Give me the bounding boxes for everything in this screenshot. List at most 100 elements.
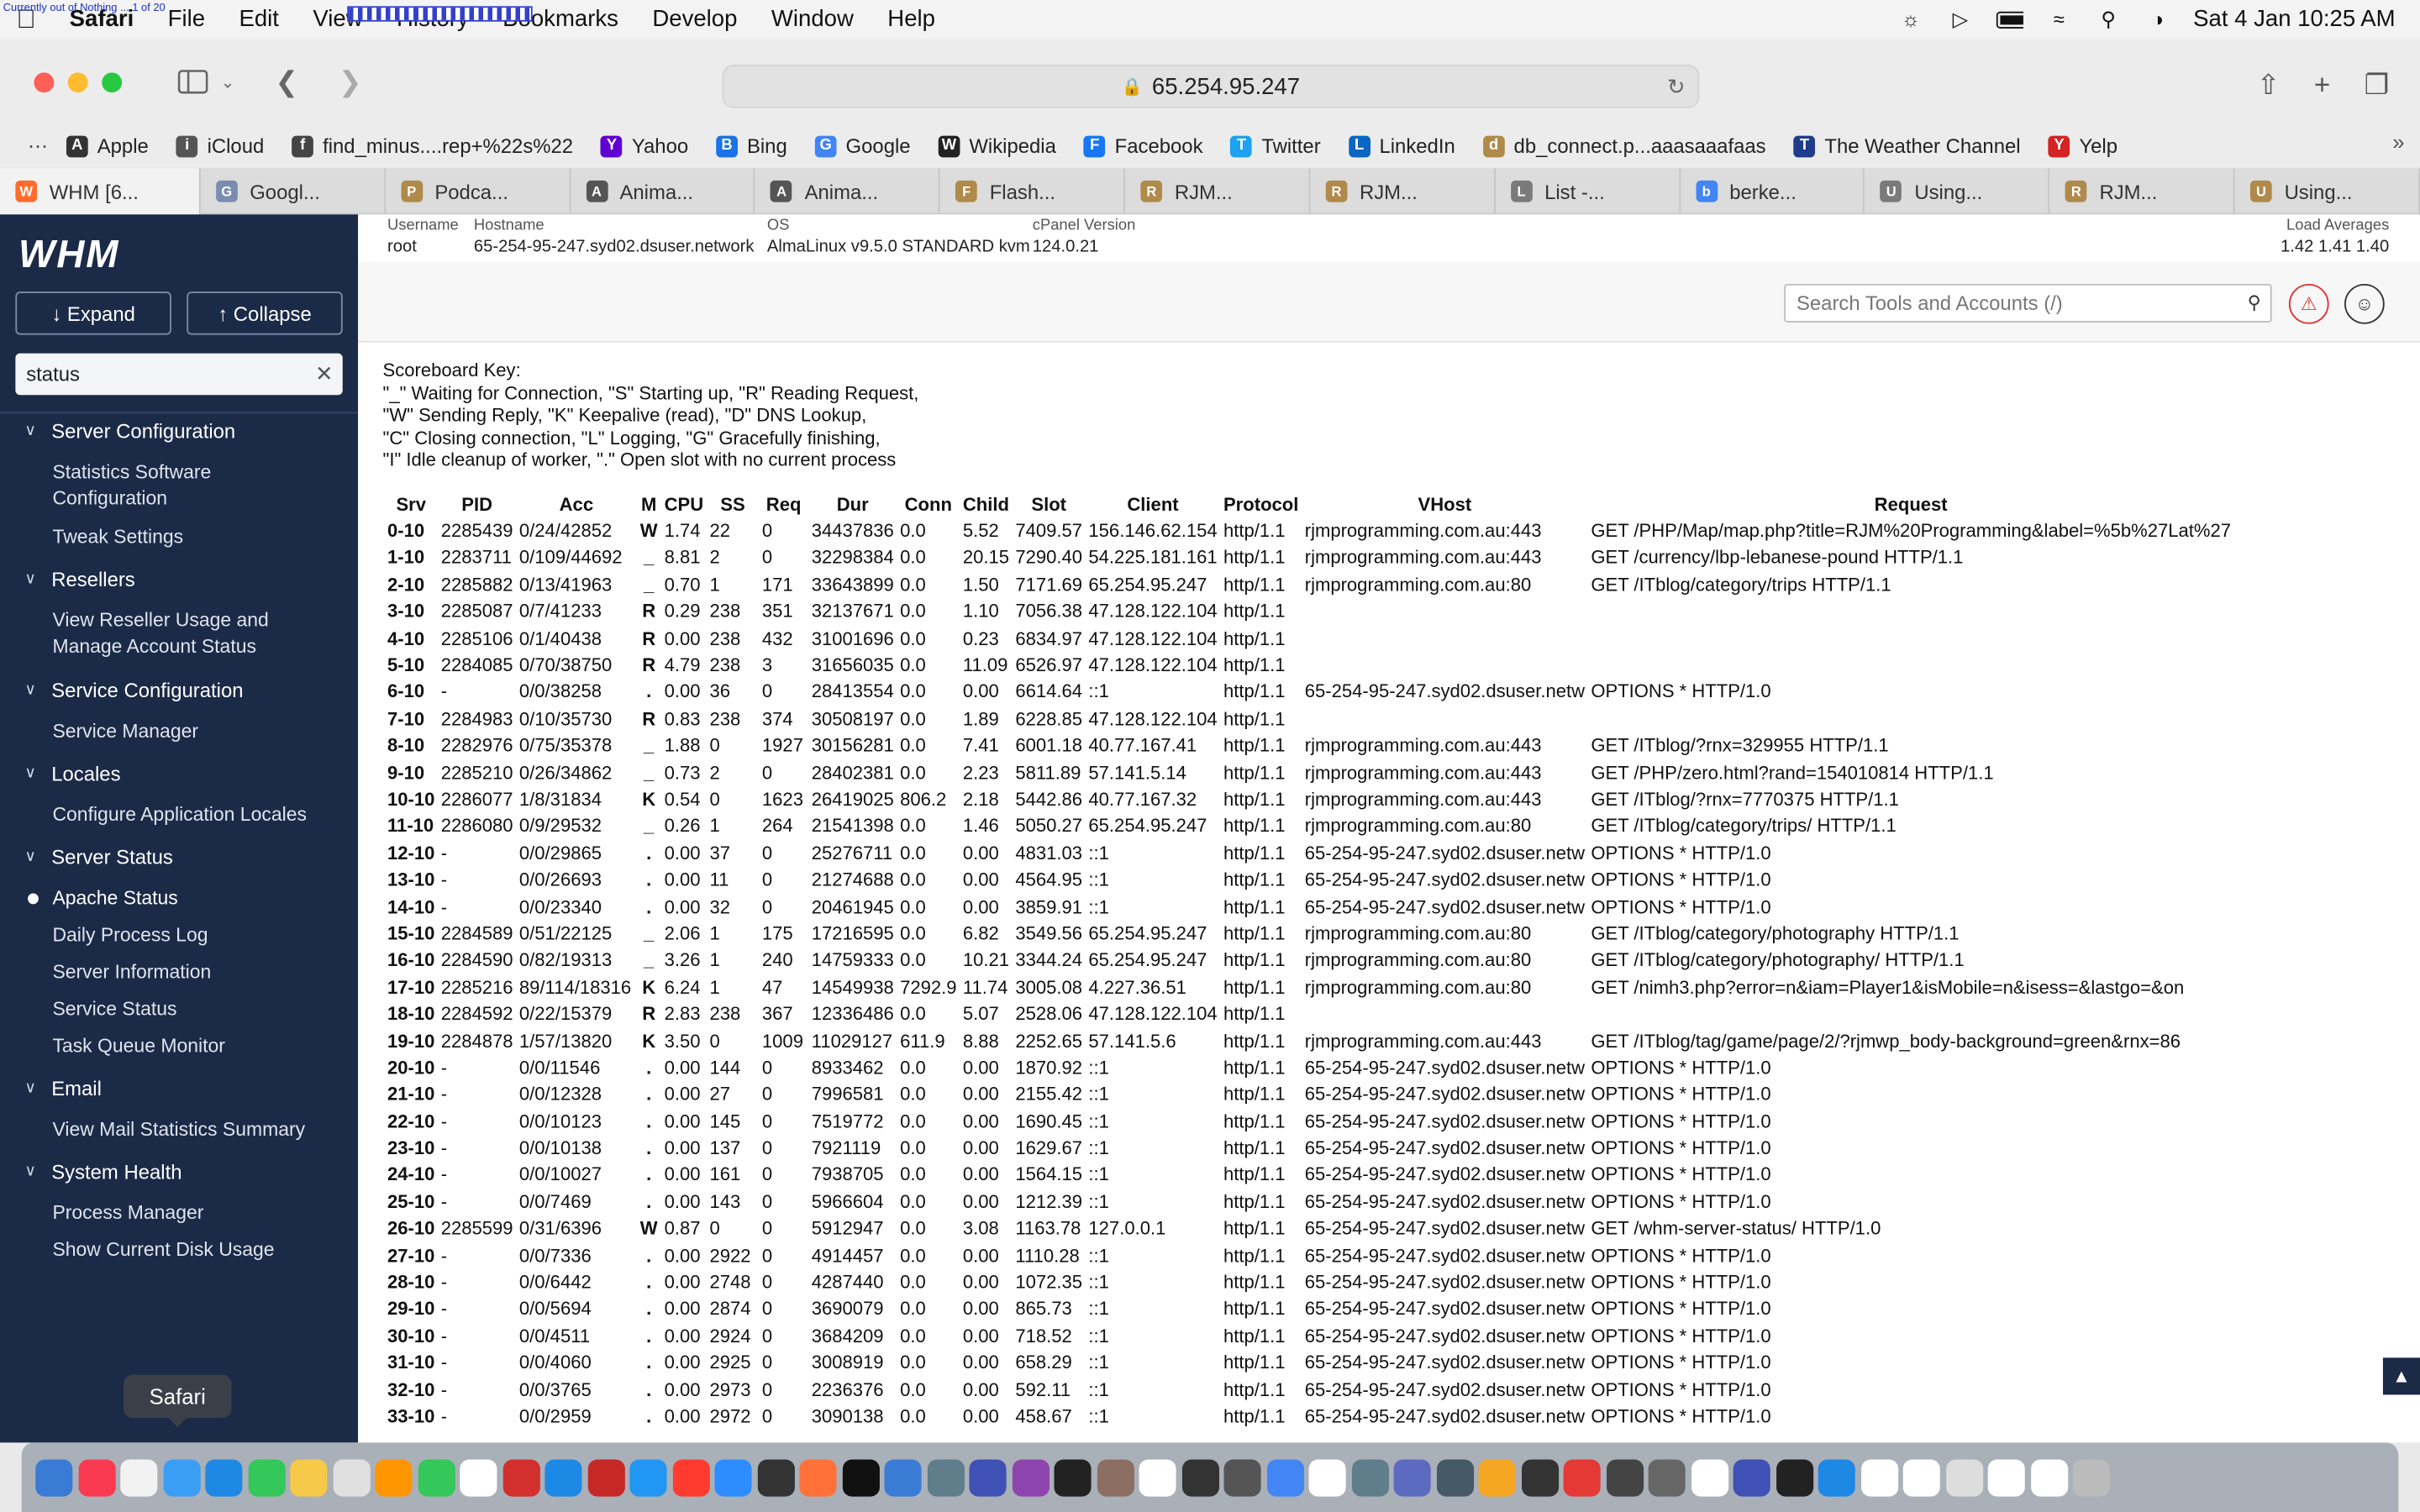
dock-app-16-icon[interactable]: [714, 1458, 752, 1496]
wifi-icon[interactable]: ≈: [2045, 7, 2073, 31]
sidebar-group-resellers[interactable]: ∨ Resellers: [24, 568, 134, 591]
sidebar-item-statistics-software-configuration[interactable]: Statistics Software Configuration: [52, 459, 211, 512]
dock-app-31-icon[interactable]: [1351, 1458, 1389, 1496]
zoom-window-icon[interactable]: [102, 71, 123, 92]
sidebar-item-show-current-disk-usage[interactable]: Show Current Disk Usage: [52, 1237, 274, 1263]
tab-4[interactable]: A Anima...: [755, 168, 940, 215]
dock-app-28-icon[interactable]: [1223, 1458, 1261, 1496]
control-center-icon[interactable]: ◑: [2144, 7, 2171, 31]
bookmark-bing[interactable]: B Bing: [716, 134, 787, 157]
sidebar-toggle-icon[interactable]: [177, 70, 208, 94]
dock-app-18-icon[interactable]: [799, 1458, 837, 1496]
dock-app-32-icon[interactable]: [1393, 1458, 1431, 1496]
bookmark-db-connect-p-aaasaaafaas[interactable]: d db_connect.p...aaasaaafaas: [1482, 134, 1766, 157]
bookmark-yelp[interactable]: Y Yelp: [2048, 134, 2118, 157]
notifications-bell-icon[interactable]: ⚠: [2288, 283, 2329, 324]
back-icon[interactable]: ❮: [275, 66, 298, 98]
dock-app-47-icon[interactable]: [2030, 1458, 2068, 1496]
whm-logo[interactable]: WHM: [18, 233, 119, 277]
menu-clock[interactable]: Sat 4 Jan 10:25 AM: [2193, 6, 2395, 32]
tab-overview-icon[interactable]: ❐: [2365, 70, 2390, 102]
dock-app-5-icon[interactable]: [247, 1458, 285, 1496]
forward-icon[interactable]: ❯: [339, 66, 362, 98]
apps-grid-icon[interactable]: ⋯: [28, 134, 48, 158]
menu-window[interactable]: Window: [755, 6, 871, 32]
dock-app-10-icon[interactable]: [460, 1458, 497, 1496]
dock-app-33-icon[interactable]: [1436, 1458, 1474, 1496]
dock-app-11-icon[interactable]: [502, 1458, 539, 1496]
dock-app-19-icon[interactable]: [841, 1458, 880, 1496]
tab-1[interactable]: G Googl...: [200, 168, 386, 215]
dock-app-8-icon[interactable]: [375, 1458, 413, 1496]
dock-app-29-icon[interactable]: [1266, 1458, 1304, 1496]
dock-app-43-icon[interactable]: [1860, 1458, 1898, 1496]
sidebar-item-server-information[interactable]: Server Information: [52, 959, 211, 985]
dock-app-6-icon[interactable]: [290, 1458, 328, 1496]
dock-app-1-icon[interactable]: [77, 1458, 115, 1496]
sidebar-item-configure-application-locales[interactable]: Configure Application Locales: [52, 802, 307, 828]
dock-app-22-icon[interactable]: [969, 1458, 1007, 1496]
sidebar-group-server-status[interactable]: ∨ Server Status: [24, 846, 172, 869]
minimize-window-icon[interactable]: [67, 71, 88, 92]
dock-app-24-icon[interactable]: [1054, 1458, 1092, 1496]
dock-app-23-icon[interactable]: [1011, 1458, 1050, 1496]
dock-app-40-icon[interactable]: [1733, 1458, 1770, 1496]
sidebar-item-apache-status[interactable]: Apache Status: [52, 885, 177, 911]
dock-app-4-icon[interactable]: [205, 1458, 243, 1496]
bookmark-yahoo[interactable]: Y Yahoo: [601, 134, 688, 157]
dock-app-39-icon[interactable]: [1691, 1458, 1728, 1496]
dock-app-0-icon[interactable]: [35, 1458, 73, 1496]
sidebar-item-view-reseller-usage-and-manage-account-status[interactable]: View Reseller Usage and Manage Account S…: [52, 608, 268, 660]
play-icon[interactable]: ▷: [1946, 7, 1974, 31]
bookmark-twitter[interactable]: T Twitter: [1230, 134, 1321, 157]
tab-12[interactable]: U Using...: [2235, 168, 2420, 215]
bookmark-google[interactable]: G Google: [814, 134, 911, 157]
dock-app-44-icon[interactable]: [1902, 1458, 1940, 1496]
dock-app-15-icon[interactable]: [671, 1458, 709, 1496]
bookmark-icloud[interactable]: i iCloud: [176, 134, 264, 157]
dock-app-14-icon[interactable]: [629, 1458, 667, 1496]
sidebar-item-process-manager[interactable]: Process Manager: [52, 1200, 203, 1226]
menu-edit[interactable]: Edit: [222, 6, 296, 32]
dock-app-17-icon[interactable]: [756, 1458, 795, 1496]
sidebar-item-service-manager[interactable]: Service Manager: [52, 719, 198, 745]
bookmark-linkedin[interactable]: L LinkedIn: [1348, 134, 1455, 157]
sidebar-item-task-queue-monitor[interactable]: Task Queue Monitor: [52, 1034, 224, 1060]
dock-app-37-icon[interactable]: [1606, 1458, 1644, 1496]
tab-2[interactable]: P Podca...: [386, 168, 571, 215]
dock-app-3-icon[interactable]: [162, 1458, 200, 1496]
dock-app-34-icon[interactable]: [1478, 1458, 1516, 1496]
sidebar-item-tweak-settings[interactable]: Tweak Settings: [52, 524, 183, 550]
dock-app-38-icon[interactable]: [1648, 1458, 1686, 1496]
bookmark-find-minus-rep-22s-22[interactable]: f find_minus....rep+%22s%22: [292, 134, 573, 157]
dock-app-46-icon[interactable]: [1987, 1458, 2025, 1496]
dock-app-9-icon[interactable]: [417, 1458, 455, 1496]
sidebar-item-daily-process-log[interactable]: Daily Process Log: [52, 922, 208, 948]
dock-app-21-icon[interactable]: [926, 1458, 965, 1496]
tab-3[interactable]: A Anima...: [571, 168, 755, 215]
tab-5[interactable]: F Flash...: [940, 168, 1126, 215]
close-window-icon[interactable]: [34, 71, 55, 92]
dock-app-26-icon[interactable]: [1139, 1458, 1176, 1496]
bookmarks-overflow-icon[interactable]: »: [2392, 129, 2404, 154]
reload-icon[interactable]: ↻: [1667, 74, 1686, 100]
sidebar-item-service-status[interactable]: Service Status: [52, 997, 176, 1023]
sidebar-item-view-mail-statistics-summary[interactable]: View Mail Statistics Summary: [52, 1117, 305, 1143]
tab-8[interactable]: L List -...: [1495, 168, 1681, 215]
tab-0[interactable]: W WHM [6...: [0, 168, 201, 215]
bookmark-apple[interactable]: A Apple: [66, 134, 149, 157]
bookmark-facebook[interactable]: F Facebook: [1083, 134, 1203, 157]
graph-icon[interactable]: ▲: [2382, 1357, 2420, 1395]
menu-develop[interactable]: Develop: [635, 6, 755, 32]
spotlight-search-icon[interactable]: ⚲: [2095, 7, 2123, 31]
tab-9[interactable]: b berke...: [1680, 168, 1865, 215]
dock-app-36-icon[interactable]: [1563, 1458, 1601, 1496]
sidebar-group-locales[interactable]: ∨ Locales: [24, 762, 120, 785]
dock-app-27-icon[interactable]: [1181, 1458, 1219, 1496]
sidebar-group-server-configuration[interactable]: ∨ Server Configuration: [24, 420, 235, 444]
dock-app-35-icon[interactable]: [1521, 1458, 1559, 1496]
tab-11[interactable]: R RJM...: [2050, 168, 2235, 215]
clear-filter-icon[interactable]: ✕: [315, 361, 334, 387]
address-bar[interactable]: 🔒 65.254.95.247 ↻: [722, 65, 1700, 108]
dock-app-7-icon[interactable]: [332, 1458, 370, 1496]
